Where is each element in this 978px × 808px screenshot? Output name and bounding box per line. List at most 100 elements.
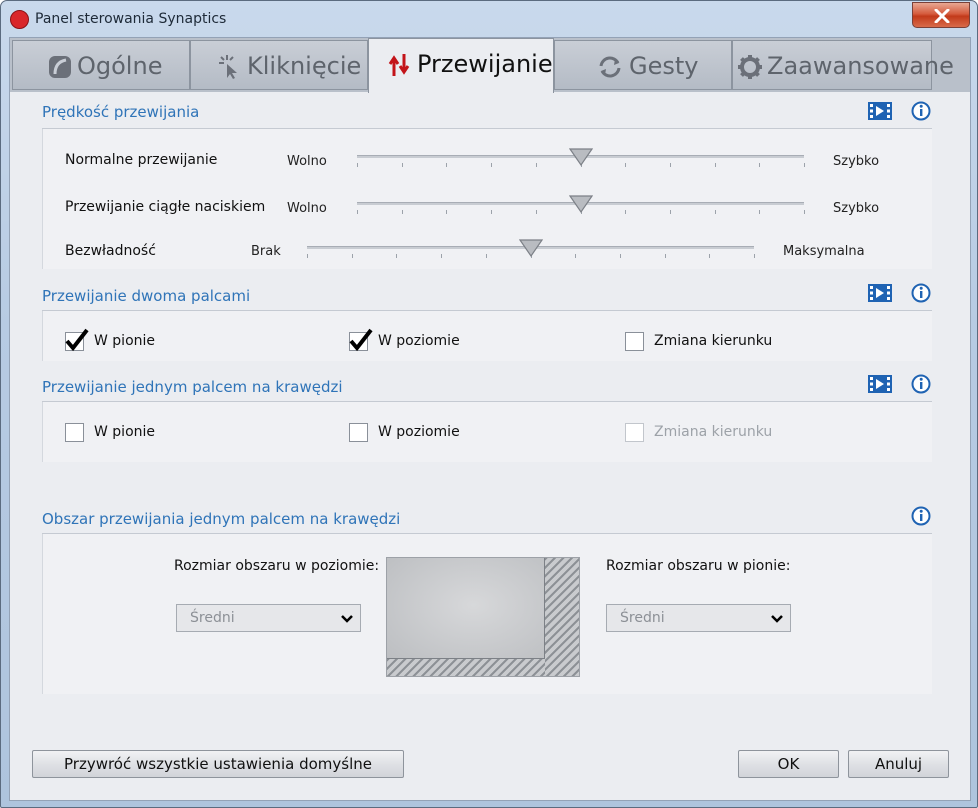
vertical-area-select[interactable]: Średni — [606, 604, 791, 632]
tab-general-label: Ogólne — [77, 52, 163, 80]
slider-tick — [715, 163, 716, 167]
tab-scrolling[interactable]: Przewijanie — [368, 38, 554, 93]
tab-gestures-label: Gesty — [629, 52, 699, 80]
slider-tick — [670, 163, 671, 167]
two-finger-reverse-checkbox[interactable] — [625, 332, 644, 351]
scroll-arrows-icon — [388, 54, 410, 76]
slider-tick — [709, 254, 710, 258]
horizontal-edge-zone — [387, 658, 545, 676]
info-icon[interactable] — [911, 101, 931, 121]
slider-tick — [491, 210, 492, 214]
one-finger-reverse-label: Zmiana kierunku — [654, 424, 773, 440]
slider-tick — [446, 210, 447, 214]
section-scroll-speed-title: Prędkość przewijania — [42, 103, 200, 121]
slider-tick — [620, 254, 621, 258]
checkmark-icon — [349, 328, 373, 352]
slider-tick — [402, 210, 403, 214]
continuous-scroll-slider[interactable] — [357, 192, 805, 222]
slider-tick — [307, 254, 308, 258]
slider-thumb[interactable] — [569, 194, 593, 214]
one-finger-horizontal-label[interactable]: W poziomie — [378, 424, 460, 440]
vertical-area-value: Średni — [620, 610, 665, 626]
normal-scroll-max-label: Szybko — [833, 154, 880, 169]
synaptics-app-icon — [10, 10, 29, 29]
slider-tick — [491, 163, 492, 167]
slider-tick — [402, 163, 403, 167]
slider-tick — [352, 254, 353, 258]
touchpad-icon — [49, 56, 71, 78]
one-finger-vertical-checkbox[interactable] — [65, 423, 84, 442]
cancel-button[interactable]: Anuluj — [848, 750, 949, 778]
info-icon[interactable] — [911, 374, 931, 394]
slider-thumb[interactable] — [519, 238, 543, 258]
slider-tick — [536, 210, 537, 214]
two-finger-horizontal-checkbox[interactable] — [349, 328, 373, 352]
slider-tick — [715, 210, 716, 214]
close-button[interactable] — [912, 2, 970, 28]
chevron-down-icon — [341, 615, 353, 623]
tab-click-label: Kliknięcie — [247, 52, 362, 80]
close-icon — [934, 9, 950, 23]
info-icon[interactable] — [911, 506, 931, 526]
restore-defaults-button[interactable]: Przywróć wszystkie ustawienia domyślne — [32, 750, 404, 778]
tab-click[interactable]: Kliknięcie — [190, 40, 368, 90]
normal-scroll-label: Normalne przewijanie — [65, 152, 218, 168]
one-finger-panel: W pionie W poziomie Zmiana kierunku — [42, 402, 932, 462]
slider-tick — [804, 163, 805, 167]
inertia-label: Bezwładność — [65, 243, 156, 259]
video-demo-icon[interactable] — [867, 101, 893, 121]
info-icon[interactable] — [911, 283, 931, 303]
normal-scroll-min-label: Wolno — [287, 154, 327, 169]
slider-tick — [575, 254, 576, 258]
ok-button[interactable]: OK — [738, 750, 839, 778]
slider-tick — [486, 254, 487, 258]
tab-gestures[interactable]: Gesty — [554, 40, 732, 90]
continuous-scroll-label: Przewijanie ciągłe naciskiem — [65, 199, 266, 215]
slider-tick — [357, 163, 358, 167]
video-demo-icon[interactable] — [867, 283, 893, 303]
horizontal-area-select[interactable]: Średni — [176, 604, 361, 632]
chevron-down-icon — [771, 615, 783, 623]
one-finger-vertical-label[interactable]: W pionie — [94, 424, 155, 440]
two-finger-vertical-label[interactable]: W pionie — [94, 333, 155, 349]
horizontal-area-label: Rozmiar obszaru w poziomie: — [174, 558, 380, 574]
video-demo-icon[interactable] — [867, 374, 893, 394]
tab-scrolling-label: Przewijanie — [417, 50, 553, 78]
inertia-slider[interactable] — [307, 236, 755, 266]
dialog-client-area: Ogólne Kliknięcie Przewijanie Gesty Zaaw… — [9, 37, 971, 801]
two-finger-reverse-label[interactable]: Zmiana kierunku — [654, 333, 772, 349]
vertical-area-label: Rozmiar obszaru w pionie: — [606, 558, 791, 574]
slider-tick — [357, 210, 358, 214]
slider-tick — [396, 254, 397, 258]
slider-tick — [441, 254, 442, 258]
gear-icon — [738, 55, 762, 79]
inertia-max-label: Maksymalna — [783, 244, 865, 259]
two-finger-panel: W pionie W poziomie Zmiana kierunku — [42, 311, 932, 361]
two-finger-horizontal-label[interactable]: W poziomie — [378, 333, 460, 349]
normal-scroll-slider[interactable] — [357, 145, 805, 175]
window-frame: Panel sterowania Synaptics Ogólne Klikni… — [0, 0, 978, 808]
checkmark-icon — [65, 328, 89, 352]
tab-general[interactable]: Ogólne — [12, 40, 190, 90]
title-bar[interactable]: Panel sterowania Synaptics — [1, 1, 977, 37]
click-icon — [219, 55, 237, 79]
slider-tick — [625, 210, 626, 214]
vertical-edge-zone — [544, 558, 579, 676]
scroll-speed-panel: Normalne przewijanie Wolno Szybko Przewi… — [42, 129, 932, 269]
window-title: Panel sterowania Synaptics — [35, 11, 227, 27]
slider-tick — [754, 254, 755, 258]
continuous-scroll-min-label: Wolno — [287, 201, 327, 216]
slider-thumb[interactable] — [569, 147, 593, 167]
slider-tick — [759, 210, 760, 214]
inertia-min-label: Brak — [251, 244, 281, 259]
slider-tick — [665, 254, 666, 258]
gesture-icon — [599, 56, 621, 78]
slider-tick — [625, 163, 626, 167]
section-two-finger-title: Przewijanie dwoma palcami — [42, 287, 251, 305]
one-finger-horizontal-checkbox[interactable] — [349, 423, 368, 442]
slider-tick — [670, 210, 671, 214]
tab-advanced-label: Zaawansowane — [767, 52, 954, 80]
tab-advanced[interactable]: Zaawansowane — [732, 40, 954, 90]
two-finger-vertical-checkbox[interactable] — [65, 328, 89, 352]
one-finger-reverse-checkbox — [625, 423, 644, 442]
